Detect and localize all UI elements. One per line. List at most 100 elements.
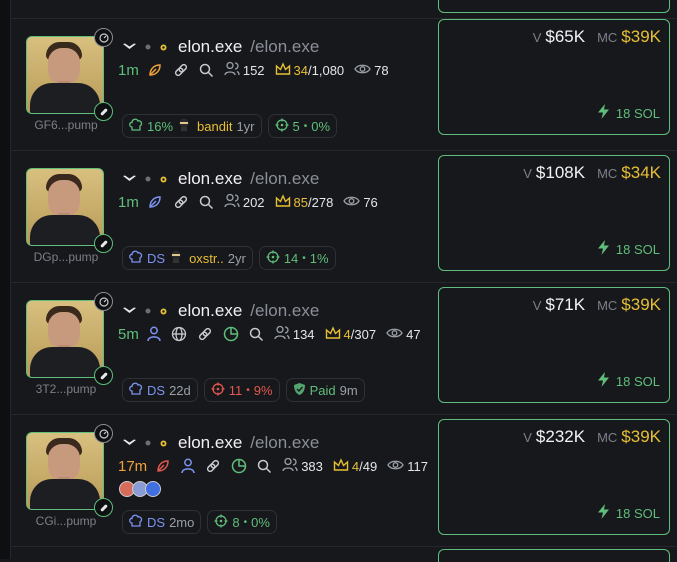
top-holders-stat: 4/307 [325, 325, 376, 343]
token-name[interactable]: elon.exe [178, 169, 242, 189]
token-row[interactable]: DGp...pump elon.exe /elon.exe 1m 202 85/… [11, 151, 677, 283]
search-icon[interactable] [249, 327, 264, 342]
token-handle[interactable]: /elon.exe [250, 433, 319, 453]
token-age: 5m [118, 325, 139, 343]
token-avatar[interactable] [26, 36, 104, 114]
token-address[interactable]: DGp...pump [33, 250, 99, 264]
market-cap-value: $39K [621, 427, 661, 446]
crosshair-icon [275, 118, 293, 135]
link-icon[interactable] [173, 62, 189, 78]
leaf-icon[interactable] [147, 194, 163, 210]
token-avatar[interactable] [26, 168, 104, 246]
pie-chart-icon[interactable] [223, 326, 239, 342]
buy-panel[interactable]: V $65K MC $39K 18 SOL [438, 19, 670, 135]
crosshair-icon [266, 250, 284, 267]
views-stat: 78 [354, 63, 389, 78]
link-icon[interactable] [205, 458, 221, 474]
person-icon[interactable] [147, 326, 161, 342]
users-icon [224, 61, 243, 79]
token-address[interactable]: 3T2...pump [33, 382, 99, 396]
leaf-icon[interactable] [155, 458, 171, 474]
holders-stat: 202 [224, 193, 265, 211]
dot-icon [145, 176, 151, 182]
token-handle[interactable]: /elon.exe [250, 169, 319, 189]
token-title: elon.exe /elon.exe [123, 301, 319, 321]
bolt-icon [597, 104, 616, 122]
holder-coins[interactable] [119, 481, 161, 497]
link-icon[interactable] [173, 194, 189, 210]
paid-pill[interactable]: Paid 9m [285, 378, 365, 402]
token-age: 1m [118, 61, 139, 79]
bolt-icon [597, 372, 616, 390]
dev-holdings-pill[interactable]: 16% bandit 1yr [122, 114, 262, 138]
person-icon[interactable] [181, 458, 195, 474]
next-row-partial [438, 549, 670, 562]
token-row[interactable]: CGi...pump elon.exe /elon.exe 17m 383 4/… [11, 415, 677, 547]
token-address[interactable]: GF6...pump [33, 118, 99, 132]
volume-value: $232K [535, 427, 586, 446]
token-avatar[interactable] [26, 300, 104, 378]
top-holders-stat: 85/278 [275, 193, 333, 211]
search-icon[interactable] [199, 195, 214, 210]
chef-hat-icon [129, 382, 147, 398]
token-meta: 1m 202 85/278 76 [118, 193, 388, 211]
views-stat: 117 [387, 459, 428, 474]
token-meta: 17m 383 4/49 117 [118, 457, 438, 475]
volume-value: $65K [545, 27, 586, 46]
token-address[interactable]: CGi...pump [33, 514, 99, 528]
gauge-icon[interactable] [94, 424, 113, 443]
snipers-pill[interactable]: 5 • 0% [267, 114, 338, 138]
token-pills: DS oxstr.. 2yr 14 • 1% [122, 246, 342, 270]
coin-icon [160, 308, 167, 315]
token-handle[interactable]: /elon.exe [250, 37, 319, 57]
token-avatar[interactable] [26, 432, 104, 510]
crown-icon [325, 325, 344, 343]
buy-panel[interactable]: V $232K MC $39K 18 SOL [438, 419, 670, 535]
users-icon [274, 325, 293, 343]
top-holders-stat: 4/49 [333, 457, 377, 475]
leaf-icon[interactable] [147, 62, 163, 78]
token-meta: 1m 152 34/1,080 78 [118, 61, 399, 79]
previous-row-partial [11, 0, 677, 19]
token-name[interactable]: elon.exe [178, 301, 242, 321]
gauge-icon[interactable] [94, 292, 113, 311]
pie-chart-icon[interactable] [231, 458, 247, 474]
coin-icon [160, 440, 167, 447]
globe-icon[interactable] [171, 326, 187, 342]
quick-buy-button[interactable]: 18 SOL [597, 372, 660, 390]
market-cap-value: $39K [621, 27, 661, 46]
quick-buy-button[interactable]: 18 SOL [597, 504, 660, 522]
token-age: 17m [118, 457, 148, 475]
buy-panel[interactable]: V $71K MC $39K 18 SOL [438, 287, 670, 403]
volume-value: $108K [535, 163, 586, 182]
dex-screener-pill[interactable]: DS 2mo [122, 510, 202, 534]
link-icon[interactable] [197, 326, 213, 342]
holders-stat: 383 [282, 457, 323, 475]
search-icon[interactable] [199, 63, 214, 78]
snipers-pill[interactable]: 11 • 9% [203, 378, 280, 402]
crosshair-icon [214, 514, 232, 531]
snipers-pill[interactable]: 14 • 1% [258, 246, 336, 270]
shield-icon [293, 382, 310, 399]
views-stat: 76 [343, 195, 378, 210]
eye-icon [354, 63, 374, 78]
token-handle[interactable]: /elon.exe [250, 301, 319, 321]
quick-buy-button[interactable]: 18 SOL [597, 104, 660, 122]
coin-icon [160, 176, 167, 183]
token-row[interactable]: 3T2...pump elon.exe /elon.exe 5m 134 4/3… [11, 283, 677, 415]
token-title: elon.exe /elon.exe [123, 169, 319, 189]
search-icon[interactable] [257, 459, 272, 474]
token-pills: DS 22d 11 • 9% Paid 9m [122, 378, 371, 402]
gauge-icon[interactable] [94, 28, 113, 47]
dex-screener-pill[interactable]: DS 22d [122, 378, 198, 402]
quick-buy-button[interactable]: 18 SOL [597, 240, 660, 258]
snipers-pill[interactable]: 8 • 0% [207, 510, 277, 534]
token-row[interactable]: GF6...pump elon.exe /elon.exe 1m 152 34/… [11, 19, 677, 151]
token-name[interactable]: elon.exe [178, 433, 242, 453]
buy-panel[interactable]: V $108K MC $34K 18 SOL [438, 155, 670, 271]
chef-hat-icon [129, 250, 147, 266]
dex-screener-pill[interactable]: DS oxstr.. 2yr [122, 246, 253, 270]
token-meta: 5m 134 4/307 47 [118, 325, 431, 343]
market-cap-value: $34K [621, 163, 661, 182]
token-name[interactable]: elon.exe [178, 37, 242, 57]
